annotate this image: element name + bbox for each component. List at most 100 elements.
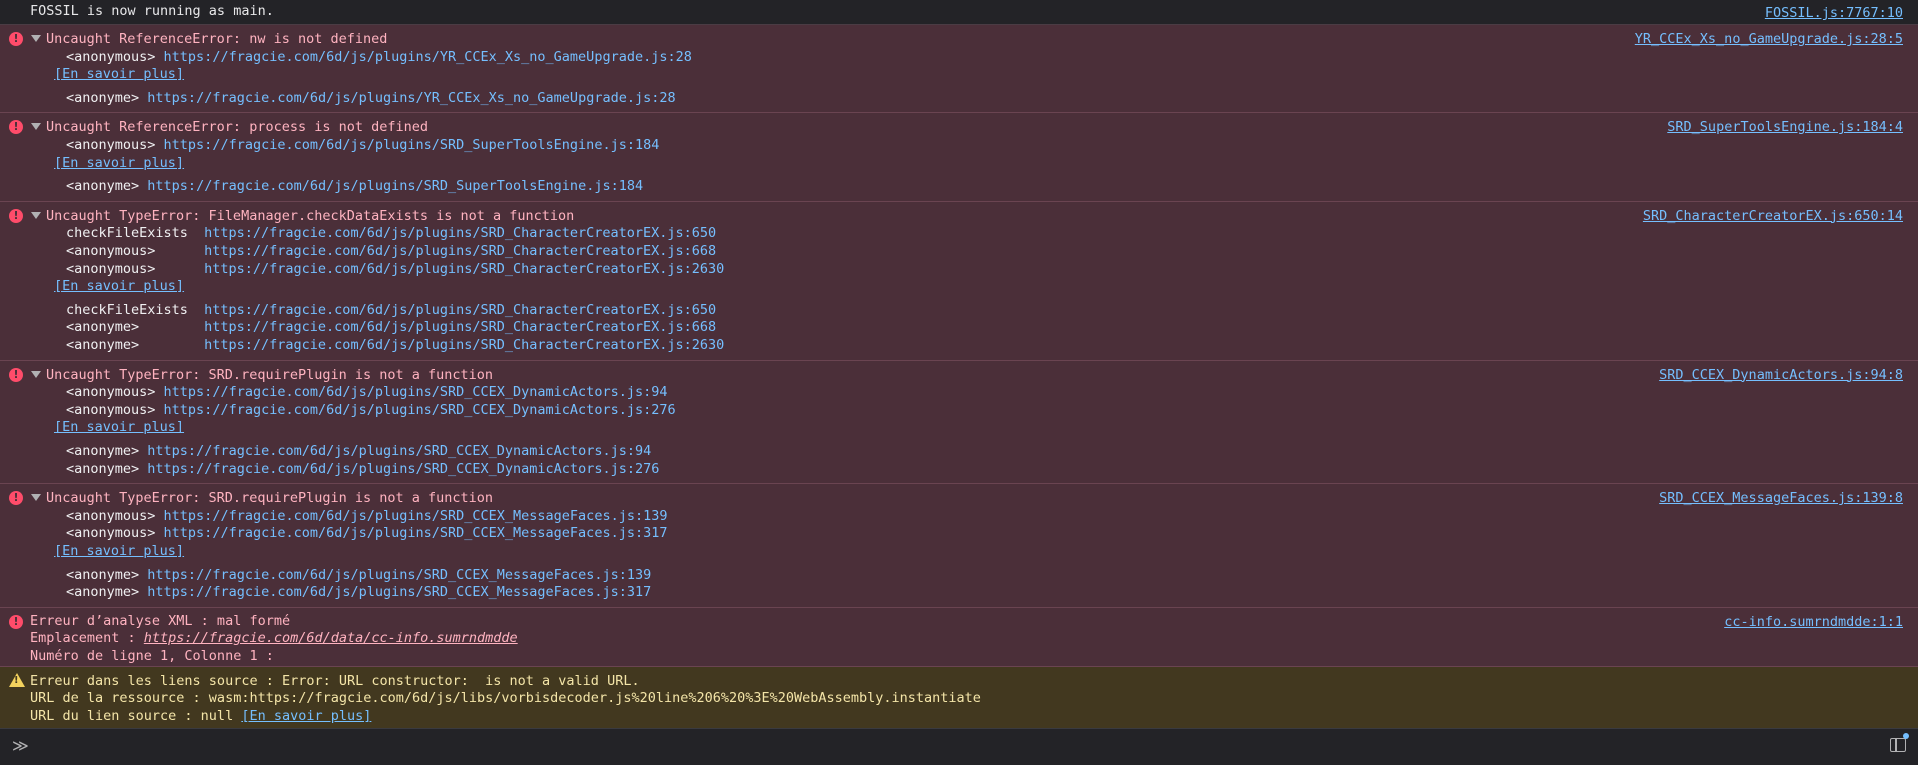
warning-title: Erreur dans les liens source : Error: UR… xyxy=(30,672,640,689)
stack-frame: <anonyme> https://fragcie.com/6d/js/plug… xyxy=(66,90,676,108)
error-source-link[interactable]: YR_CCEx_Xs_no_GameUpgrade.js:28:5 xyxy=(1635,31,1903,47)
frame-url-link[interactable]: https://fragcie.com/6d/js/plugins/SRD_CC… xyxy=(147,461,659,477)
expand-triangle-icon[interactable] xyxy=(31,35,41,42)
console-log-row: FOSSIL is now running as main. FOSSIL.js… xyxy=(0,0,1918,25)
stack-trace: <anonymous> https://fragcie.com/6d/js/pl… xyxy=(66,49,692,67)
xml-error-location: Emplacement : https://fragcie.com/6d/dat… xyxy=(30,630,518,647)
learn-more-link[interactable]: [En savoir plus] xyxy=(54,66,184,84)
stack-frame: <anonyme> https://fragcie.com/6d/js/plug… xyxy=(66,443,659,461)
frame-function: <anonymous> xyxy=(66,48,156,65)
stack-trace: <anonymous> https://fragcie.com/6d/js/pl… xyxy=(66,137,659,155)
stack-frame: <anonymous> https://fragcie.com/6d/js/pl… xyxy=(66,384,676,402)
warning-sourcemap-url: URL du lien source : null [En savoir plu… xyxy=(30,707,372,724)
frame-url-link[interactable]: https://fragcie.com/6d/js/plugins/SRD_CC… xyxy=(147,567,651,583)
frame-url-link[interactable]: https://fragcie.com/6d/js/plugins/SRD_Su… xyxy=(164,137,660,153)
error-source-link[interactable]: SRD_CCEX_MessageFaces.js:139:8 xyxy=(1659,490,1903,506)
frame-function: <anonymous> xyxy=(66,260,156,277)
error-row: ! Uncaught TypeError: FileManager.checkDa… xyxy=(0,201,1918,361)
frame-url-link[interactable]: https://fragcie.com/6d/js/plugins/SRD_CC… xyxy=(147,443,651,459)
frame-url-link[interactable]: https://fragcie.com/6d/js/plugins/SRD_Su… xyxy=(147,178,643,194)
frame-url-link[interactable]: https://fragcie.com/6d/js/plugins/SRD_Ch… xyxy=(204,302,716,318)
frame-function: <anonymous> xyxy=(66,384,156,401)
chevron-right-icon: ≫ xyxy=(12,736,29,755)
frame-url-link[interactable]: https://fragcie.com/6d/js/plugins/SRD_CC… xyxy=(164,384,668,400)
error-title: Uncaught TypeError: SRD.requirePlugin is… xyxy=(46,366,494,383)
frame-function: <anonymous> xyxy=(66,242,156,259)
frame-url-link[interactable]: https://fragcie.com/6d/js/plugins/SRD_Ch… xyxy=(204,319,716,335)
stack-frame: <anonymous> https://fragcie.com/6d/js/pl… xyxy=(66,137,659,155)
frame-url-link[interactable]: https://fragcie.com/6d/js/plugins/SRD_CC… xyxy=(164,525,668,541)
stack-trace: checkFileExists https://fragcie.com/6d/j… xyxy=(66,225,724,278)
stack-frame: <anonymous> https://fragcie.com/6d/js/pl… xyxy=(66,49,692,67)
error-title: Uncaught ReferenceError: nw is not defin… xyxy=(46,31,388,47)
error-source-link[interactable]: SRD_CharacterCreatorEX.js:650:14 xyxy=(1643,208,1903,224)
stack-frame: <anonyme> https://fragcie.com/6d/js/plug… xyxy=(66,319,724,337)
frame-url-link[interactable]: https://fragcie.com/6d/js/plugins/SRD_Ch… xyxy=(204,337,724,353)
frame-function: <anonyme> xyxy=(66,89,140,106)
stack-frame: <anonymous> https://fragcie.com/6d/js/pl… xyxy=(66,525,667,543)
error-title: Uncaught TypeError: SRD.requirePlugin is… xyxy=(46,490,494,507)
learn-more-link[interactable]: [En savoir plus] xyxy=(54,278,184,296)
learn-more-link[interactable]: [En savoir plus] xyxy=(54,543,184,561)
error-title: Uncaught TypeError: FileManager.checkDat… xyxy=(46,207,575,224)
stack-frame: <anonyme> https://fragcie.com/6d/js/plug… xyxy=(66,178,643,196)
stack-frame: checkFileExists https://fragcie.com/6d/j… xyxy=(66,225,724,243)
stack-frame: <anonyme> https://fragcie.com/6d/js/plug… xyxy=(66,584,651,602)
frame-url-link[interactable]: https://fragcie.com/6d/js/plugins/SRD_Ch… xyxy=(204,225,716,241)
frame-url-link[interactable]: https://fragcie.com/6d/js/plugins/SRD_Ch… xyxy=(204,261,724,277)
learn-more-link[interactable]: [En savoir plus] xyxy=(54,155,184,173)
log-message: FOSSIL is now running as main. xyxy=(30,3,274,19)
frame-function: <anonyme> xyxy=(66,442,140,459)
expand-triangle-icon[interactable] xyxy=(31,494,41,502)
console-input[interactable]: ≫ xyxy=(0,728,1918,765)
stack-frame: <anonymous> https://fragcie.com/6d/js/pl… xyxy=(66,402,676,420)
learn-more-link[interactable]: [En savoir plus] xyxy=(241,708,371,724)
stack-trace-full: checkFileExists https://fragcie.com/6d/j… xyxy=(66,302,724,355)
stack-frame: <anonymous> https://fragcie.com/6d/js/pl… xyxy=(66,243,724,261)
frame-function: <anonymous> xyxy=(66,507,156,524)
frame-url-link[interactable]: https://fragcie.com/6d/js/plugins/YR_CCE… xyxy=(147,90,675,106)
error-icon: ! xyxy=(9,208,23,223)
xml-error-position: Numéro de ligne 1, Colonne 1 : xyxy=(30,647,274,664)
expand-triangle-icon[interactable] xyxy=(31,211,41,219)
warning-resource-url: URL de la ressource : wasm:https://fragc… xyxy=(30,690,981,707)
expand-triangle-icon[interactable] xyxy=(31,123,41,131)
sidebar-toggle-icon[interactable] xyxy=(1890,738,1906,752)
error-icon: ! xyxy=(9,367,23,382)
stack-frame: <anonyme> https://fragcie.com/6d/js/plug… xyxy=(66,461,659,479)
error-source-link[interactable]: SRD_SuperToolsEngine.js:184:4 xyxy=(1667,119,1903,135)
frame-function: checkFileExists xyxy=(66,301,188,318)
frame-url-link[interactable]: https://fragcie.com/6d/js/plugins/SRD_Ch… xyxy=(204,243,716,259)
stack-trace: <anonymous> https://fragcie.com/6d/js/pl… xyxy=(66,384,676,419)
stack-trace-full: <anonyme> https://fragcie.com/6d/js/plug… xyxy=(66,443,659,478)
notification-dot xyxy=(1903,733,1909,739)
frame-function: <anonyme> xyxy=(66,584,140,601)
xml-error-location-link[interactable]: https://fragcie.com/6d/data/cc-info.sumr… xyxy=(144,630,518,646)
stack-frame: <anonyme> https://fragcie.com/6d/js/plug… xyxy=(66,337,724,355)
log-source-link[interactable]: FOSSIL.js:7767:10 xyxy=(1765,5,1903,21)
frame-function: <anonymous> xyxy=(66,525,156,542)
frame-function: <anonyme> xyxy=(66,566,140,583)
stack-trace: <anonymous> https://fragcie.com/6d/js/pl… xyxy=(66,508,667,543)
stack-frame: <anonyme> https://fragcie.com/6d/js/plug… xyxy=(66,567,651,585)
stack-trace-full: <anonyme> https://fragcie.com/6d/js/plug… xyxy=(66,567,651,602)
xml-error-source-link[interactable]: cc-info.sumrndmdde:1:1 xyxy=(1724,614,1903,630)
frame-url-link[interactable]: https://fragcie.com/6d/js/plugins/SRD_CC… xyxy=(164,402,676,418)
frame-function: <anonymous> xyxy=(66,136,156,153)
warning-icon: ! xyxy=(9,672,25,687)
error-icon: ! xyxy=(9,491,23,506)
frame-url-link[interactable]: https://fragcie.com/6d/js/plugins/YR_CCE… xyxy=(164,49,692,65)
learn-more-link[interactable]: [En savoir plus] xyxy=(54,419,184,437)
error-icon: ! xyxy=(9,120,23,135)
expand-triangle-icon[interactable] xyxy=(31,370,41,378)
frame-url-link[interactable]: https://fragcie.com/6d/js/plugins/SRD_CC… xyxy=(164,508,668,524)
frame-url-link[interactable]: https://fragcie.com/6d/js/plugins/SRD_CC… xyxy=(147,584,651,600)
stack-frame: <anonymous> https://fragcie.com/6d/js/pl… xyxy=(66,261,724,279)
frame-function: <anonyme> xyxy=(66,336,140,353)
stack-trace-full: <anonyme> https://fragcie.com/6d/js/plug… xyxy=(66,178,643,196)
error-row: ! Uncaught ReferenceError: process is not… xyxy=(0,113,1918,202)
frame-function: <anonyme> xyxy=(66,178,140,195)
frame-function: <anonyme> xyxy=(66,460,140,477)
error-source-link[interactable]: SRD_CCEX_DynamicActors.js:94:8 xyxy=(1659,367,1903,383)
xml-error-title: Erreur d’analyse XML : mal formé xyxy=(30,612,291,629)
